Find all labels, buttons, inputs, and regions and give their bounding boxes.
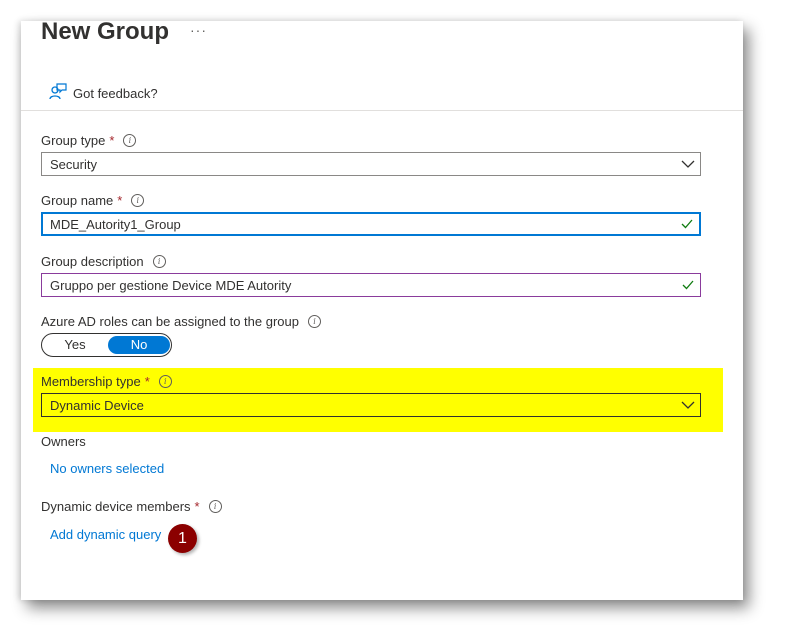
group-description-value: Gruppo per gestione Device MDE Autority bbox=[50, 277, 292, 293]
group-type-value: Security bbox=[50, 156, 97, 172]
add-dynamic-query-link[interactable]: Add dynamic query bbox=[50, 527, 161, 542]
feedback-link[interactable]: Got feedback? bbox=[73, 86, 158, 101]
no-owners-link[interactable]: No owners selected bbox=[50, 461, 164, 476]
required-marker: * bbox=[144, 374, 150, 389]
group-type-label: Group type * i bbox=[41, 133, 137, 148]
toggle-yes-option[interactable]: Yes bbox=[42, 334, 108, 356]
info-icon[interactable]: i bbox=[208, 500, 222, 513]
required-marker: * bbox=[194, 499, 200, 514]
owners-label: Owners bbox=[41, 434, 86, 449]
group-type-dropdown[interactable]: Security bbox=[41, 152, 701, 176]
azure-roles-label: Azure AD roles can be assigned to the gr… bbox=[41, 314, 321, 329]
info-icon[interactable]: i bbox=[123, 134, 137, 147]
more-options-button[interactable]: ··· bbox=[190, 22, 207, 38]
membership-type-label: Membership type * i bbox=[41, 374, 172, 389]
header-divider bbox=[21, 110, 743, 111]
info-icon[interactable]: i bbox=[152, 255, 166, 268]
group-description-label: Group description i bbox=[41, 254, 166, 269]
required-marker: * bbox=[117, 193, 123, 208]
chevron-down-icon bbox=[676, 394, 700, 416]
group-type-label-text: Group type bbox=[41, 133, 106, 148]
membership-type-dropdown[interactable]: Dynamic Device bbox=[41, 393, 701, 417]
dynamic-members-label-text: Dynamic device members bbox=[41, 499, 191, 514]
info-icon[interactable]: i bbox=[131, 194, 145, 207]
azure-roles-toggle[interactable]: Yes No bbox=[41, 333, 172, 357]
group-name-label-text: Group name bbox=[41, 193, 114, 208]
chevron-down-icon bbox=[676, 153, 700, 175]
group-description-label-text: Group description bbox=[41, 254, 144, 269]
checkmark-icon bbox=[676, 280, 700, 290]
feedback-icon bbox=[48, 82, 68, 102]
group-name-label: Group name * i bbox=[41, 193, 145, 208]
azure-roles-label-text: Azure AD roles can be assigned to the gr… bbox=[41, 314, 299, 329]
info-icon[interactable]: i bbox=[158, 375, 172, 388]
group-name-value: MDE_Autority1_Group bbox=[50, 216, 181, 232]
info-icon[interactable]: i bbox=[308, 315, 321, 328]
required-marker: * bbox=[109, 133, 115, 148]
step-number-badge: 1 bbox=[168, 524, 197, 553]
checkmark-icon bbox=[675, 219, 699, 229]
group-description-input[interactable]: Gruppo per gestione Device MDE Autority bbox=[41, 273, 701, 297]
membership-type-label-text: Membership type bbox=[41, 374, 141, 389]
group-name-input[interactable]: MDE_Autority1_Group bbox=[41, 212, 701, 236]
dynamic-members-label: Dynamic device members * i bbox=[41, 499, 222, 514]
owners-label-text: Owners bbox=[41, 434, 86, 449]
page-title: New Group bbox=[41, 18, 170, 45]
toggle-no-option[interactable]: No bbox=[108, 336, 170, 354]
membership-type-value: Dynamic Device bbox=[50, 397, 144, 413]
